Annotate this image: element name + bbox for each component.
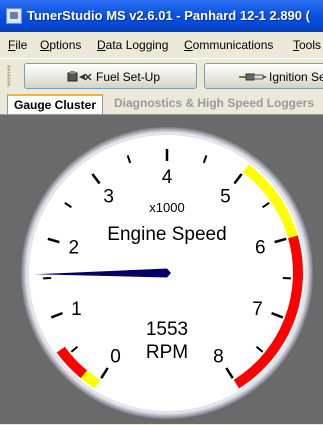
app-icon bbox=[6, 8, 22, 24]
ignition-setup-label: Ignition Se bbox=[269, 70, 323, 84]
tab-gauge-cluster[interactable]: Gauge Cluster bbox=[7, 94, 103, 114]
tick-label-6: 6 bbox=[255, 237, 266, 258]
menu-bar: File Options Data Logging Communications… bbox=[0, 32, 323, 58]
tick-label-3: 3 bbox=[103, 187, 114, 208]
tick-label-8: 8 bbox=[213, 346, 224, 367]
toolbar-grip[interactable] bbox=[7, 65, 11, 87]
fuel-injector-icon bbox=[67, 71, 93, 83]
gauge-cluster-panel: 0 1 2 3 4 5 6 7 8 x1000 Engine Speed 1553 RPM bbox=[0, 114, 323, 424]
gauge-units: RPM bbox=[146, 342, 188, 363]
rpm-gauge[interactable]: 0 1 2 3 4 5 6 7 8 x1000 Engine Speed 1553 RPM bbox=[0, 115, 323, 425]
title-bar: TunerStudio MS v2.6.01 - Panhard 12-1 2.… bbox=[0, 0, 323, 32]
tick-label-5: 5 bbox=[220, 187, 231, 208]
tick-label-4: 4 bbox=[162, 167, 173, 188]
gauge-title: Engine Speed bbox=[107, 224, 226, 245]
fuel-setup-label: Fuel Set-Up bbox=[96, 70, 160, 84]
tick-label-0: 0 bbox=[110, 346, 121, 367]
tab-diagnostics[interactable]: Diagnostics & High Speed Loggers bbox=[108, 94, 320, 114]
menu-communications[interactable]: Communications bbox=[184, 38, 273, 52]
gauge-value: 1553 bbox=[146, 319, 188, 340]
gauge-multiplier: x1000 bbox=[149, 200, 184, 215]
tab-strip: Gauge Cluster Diagnostics & High Speed L… bbox=[0, 92, 323, 114]
spark-plug-icon bbox=[237, 71, 267, 83]
window-title: TunerStudio MS v2.6.01 - Panhard 12-1 2.… bbox=[27, 8, 310, 23]
tick-label-2: 2 bbox=[68, 237, 79, 258]
menu-data-logging[interactable]: Data Logging bbox=[97, 38, 168, 52]
tick-label-1: 1 bbox=[71, 299, 82, 320]
menu-tools[interactable]: Tools bbox=[293, 38, 321, 52]
tick-label-7: 7 bbox=[252, 299, 263, 320]
toolbar: Fuel Set-Up Ignition Se bbox=[0, 58, 323, 92]
menu-options[interactable]: Options bbox=[40, 38, 81, 52]
ignition-setup-button[interactable]: Ignition Se bbox=[204, 63, 323, 89]
menu-file[interactable]: File bbox=[8, 38, 27, 52]
fuel-setup-button[interactable]: Fuel Set-Up bbox=[24, 63, 197, 89]
